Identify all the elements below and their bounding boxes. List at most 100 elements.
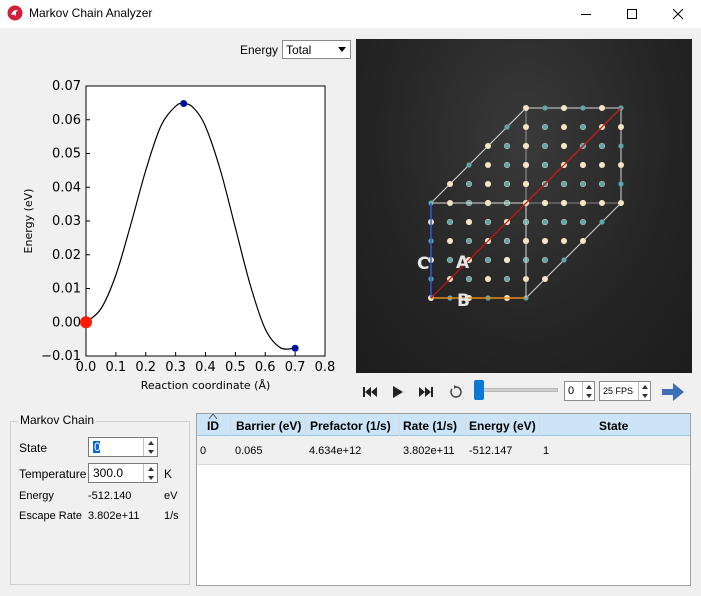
lattice-render: C AB xyxy=(417,105,624,311)
state-spin-arrows[interactable] xyxy=(143,438,157,456)
atom-teal xyxy=(542,124,548,130)
fps-spinbox[interactable]: 25 FPS xyxy=(599,381,651,401)
atom-teal xyxy=(561,219,567,225)
frame-value: 0 xyxy=(568,385,575,397)
spin-down-icon xyxy=(147,475,154,480)
spin-up-icon xyxy=(147,440,154,445)
atom-teal xyxy=(504,276,510,282)
header-state[interactable]: State xyxy=(599,419,628,433)
atom-teal xyxy=(580,181,586,187)
app-logo-icon xyxy=(7,5,23,21)
maximize-button[interactable] xyxy=(609,0,655,28)
y-tick-label: 0.00 xyxy=(52,315,81,330)
skip-forward-button[interactable] xyxy=(416,382,436,402)
y-tick-label: 0.02 xyxy=(52,248,81,263)
atom-light xyxy=(542,238,548,244)
atom-light xyxy=(447,181,453,187)
spin-up-icon xyxy=(641,384,648,389)
atom-light xyxy=(618,124,624,130)
frame-spinbox[interactable]: 0 xyxy=(564,381,595,401)
atom-teal xyxy=(580,219,586,225)
atom-teal xyxy=(618,181,624,187)
atom-light xyxy=(485,276,491,282)
fps-value: 25 FPS xyxy=(603,386,634,396)
playback-controls: 0 25 FPS xyxy=(356,378,692,406)
spin-up-icon xyxy=(147,466,154,471)
x-tick-label: 0.5 xyxy=(225,360,246,375)
atom-light xyxy=(523,181,529,187)
skip-back-button[interactable] xyxy=(360,382,380,402)
spin-up-icon xyxy=(585,384,592,389)
header-id[interactable]: ID xyxy=(207,419,219,433)
spin-down-icon xyxy=(585,393,592,398)
x-tick-label: 0.1 xyxy=(106,360,127,375)
play-button[interactable] xyxy=(388,382,408,402)
y-tick-label: 0.04 xyxy=(52,180,81,195)
escape-rate-unit: 1/s xyxy=(164,510,179,522)
x-axis-label: Reaction coordinate (Å) xyxy=(141,379,271,392)
state-label: State xyxy=(19,441,48,455)
fps-spin-arrows[interactable] xyxy=(638,382,650,400)
loop-button[interactable] xyxy=(446,382,466,402)
table-row[interactable]: 0 0.065 4.634e+12 3.802e+11 -512.147 1 xyxy=(197,436,690,465)
atom-teal xyxy=(599,143,605,149)
atom-teal xyxy=(599,181,605,187)
x-tick-label: 0.6 xyxy=(255,360,276,375)
atom-light xyxy=(523,124,529,130)
atom-teal xyxy=(561,181,567,187)
atom-teal xyxy=(485,257,491,263)
close-icon xyxy=(673,9,683,19)
atom-teal xyxy=(447,219,453,225)
frame-slider-track[interactable] xyxy=(476,388,558,392)
atom-light xyxy=(447,238,453,244)
state-spinbox[interactable]: 0 xyxy=(88,437,158,457)
processes-table[interactable]: ID Barrier (eV) Prefactor (1/s) Rate (1/… xyxy=(196,413,691,586)
temperature-value: 300.0 xyxy=(93,466,124,480)
temperature-label: Temperature xyxy=(19,467,87,481)
minimize-button[interactable] xyxy=(563,0,609,28)
atom-teal xyxy=(618,143,624,149)
cell-barrier: 0.065 xyxy=(235,445,263,457)
energy-select[interactable]: Total xyxy=(282,40,351,59)
temperature-spinbox[interactable]: 300.0 xyxy=(88,463,158,483)
energy-field-value: -512.140 xyxy=(88,490,132,502)
skip-back-icon xyxy=(363,387,377,397)
atom-light xyxy=(599,105,605,111)
atom-teal xyxy=(580,105,586,111)
cell-edge xyxy=(430,107,527,204)
chevron-down-icon xyxy=(338,47,346,52)
header-prefactor[interactable]: Prefactor (1/s) xyxy=(310,419,391,433)
header-energy[interactable]: Energy (eV) xyxy=(469,419,536,433)
arrow-right-icon xyxy=(662,383,684,401)
cell-rate: 3.802e+11 xyxy=(403,445,455,457)
atom-light xyxy=(466,219,472,225)
cell-state: 1 xyxy=(543,445,550,457)
header-barrier[interactable]: Barrier (eV) xyxy=(236,419,301,433)
atom-light xyxy=(561,238,567,244)
title-bar: Markov Chain Analyzer xyxy=(0,0,701,28)
next-arrow-button[interactable] xyxy=(661,382,685,402)
frame-slider-handle[interactable] xyxy=(474,380,484,400)
close-button[interactable] xyxy=(655,0,701,28)
axis-label-c: C xyxy=(417,254,429,274)
atom-light xyxy=(485,181,491,187)
temperature-spin-arrows[interactable] xyxy=(143,464,157,482)
atom-teal xyxy=(504,162,510,168)
current-state-point xyxy=(80,316,92,329)
atom-light xyxy=(523,105,529,111)
axis-label-b: B xyxy=(457,291,470,311)
energy-chart: 0.0 0.1 0.2 0.3 0.4 0.5 0.6 0.7 0.8 −0.01 0.00 0.01… xyxy=(0,60,350,405)
frame-spin-arrows[interactable] xyxy=(582,382,594,400)
atom-light xyxy=(599,162,605,168)
atom-teal xyxy=(561,257,567,263)
atom-teal xyxy=(542,257,548,263)
header-rate[interactable]: Rate (1/s) xyxy=(403,419,457,433)
atom-teal xyxy=(542,162,548,168)
atom-teal xyxy=(504,238,510,244)
structure-viewer[interactable]: C AB xyxy=(356,39,692,373)
spin-down-icon xyxy=(147,449,154,454)
skip-forward-icon xyxy=(419,387,433,397)
atom-light xyxy=(580,200,586,206)
final-state-point xyxy=(291,344,299,352)
x-tick-label: 0.3 xyxy=(165,360,186,375)
